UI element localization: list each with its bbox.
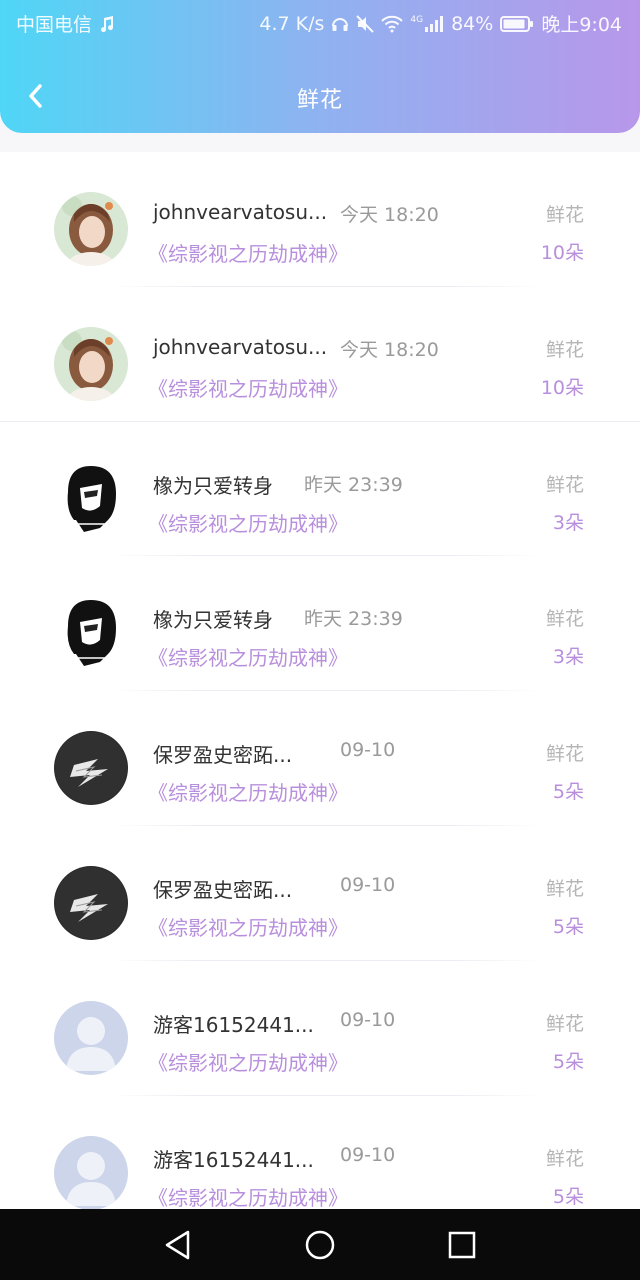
system-nav-bar — [0, 1209, 640, 1280]
gift-type: 鲜花 — [545, 743, 584, 766]
gift-count: 5朵 — [552, 781, 584, 804]
avatar[interactable] — [54, 596, 128, 671]
gift-count: 3朵 — [552, 646, 584, 669]
avatar[interactable] — [54, 865, 128, 940]
avatar[interactable] — [54, 1135, 128, 1209]
battery-icon — [500, 15, 534, 33]
gift-type: 鲜花 — [545, 1012, 584, 1035]
gift-count: 10朵 — [540, 242, 584, 264]
gift-count: 5朵 — [552, 1185, 584, 1208]
gift-record-list: johnvearvatosu... 今天 18:20 《综影视之历劫成神》 鲜花… — [0, 152, 640, 1209]
circle-home-icon — [305, 1230, 335, 1260]
system-back-button[interactable] — [160, 1227, 196, 1263]
book-title[interactable]: 《综影视之历劫成神》 — [148, 777, 348, 806]
username: 保罗盈史密跖... — [153, 877, 293, 902]
status-bar: 中国电信 4.7 K/s 4G 84% 晚上9:04 — [0, 0, 640, 44]
headphones-icon — [331, 15, 349, 33]
battery-percent: 84% — [451, 12, 494, 35]
timestamp: 昨天 23:39 — [304, 473, 403, 496]
status-right: 4.7 K/s 4G 84% 晚上9:04 — [259, 10, 622, 37]
gift-type: 鲜花 — [545, 338, 584, 361]
screen: 中国电信 4.7 K/s 4G 84% 晚上9:04 鲜花 johnvearva… — [0, 0, 640, 1280]
clock: 晚上9:04 — [541, 14, 622, 36]
gift-type: 鲜花 — [545, 1147, 584, 1170]
nav-bar: 鲜花 — [0, 70, 640, 122]
timestamp: 09-10 — [340, 1143, 396, 1166]
triangle-back-icon — [165, 1230, 190, 1260]
gift-count: 5朵 — [552, 1050, 584, 1073]
header: 中国电信 4.7 K/s 4G 84% 晚上9:04 鲜花 — [0, 0, 640, 133]
network-speed: 4.7 K/s — [259, 12, 325, 35]
timestamp: 09-10 — [340, 1008, 396, 1031]
book-title[interactable]: 《综影视之历劫成神》 — [148, 1182, 348, 1209]
status-left: 中国电信 — [16, 10, 116, 37]
list-item[interactable]: 游客16152441... 09-10 《综影视之历劫成神》 鲜花 5朵 — [0, 1096, 640, 1209]
avatar[interactable] — [54, 192, 128, 266]
book-title[interactable]: 《综影视之历劫成神》 — [148, 508, 348, 537]
signal-icon: 4G — [410, 15, 444, 33]
gift-type: 鲜花 — [545, 608, 584, 631]
list-item[interactable]: 保罗盈史密跖... 09-10 《综影视之历劫成神》 鲜花 5朵 — [0, 826, 640, 961]
system-home-button[interactable] — [302, 1227, 338, 1263]
network-type: 4G — [410, 14, 424, 25]
avatar[interactable] — [54, 461, 128, 536]
username: 橡为只爱转身 — [153, 473, 273, 498]
list-item[interactable]: 橡为只爱转身 昨天 23:39 《综影视之历劫成神》 鲜花 3朵 — [0, 422, 640, 557]
book-title[interactable]: 《综影视之历劫成神》 — [148, 1047, 348, 1076]
gift-count: 10朵 — [540, 376, 584, 399]
avatar[interactable] — [54, 326, 128, 401]
list-item[interactable]: 游客16152441... 09-10 《综影视之历劫成神》 鲜花 5朵 — [0, 961, 640, 1096]
list-item[interactable]: johnvearvatosu... 今天 18:20 《综影视之历劫成神》 鲜花… — [0, 152, 640, 287]
list-item[interactable]: 保罗盈史密跖... 09-10 《综影视之历劫成神》 鲜花 5朵 — [0, 691, 640, 826]
timestamp: 09-10 — [340, 873, 396, 896]
avatar[interactable] — [54, 731, 128, 806]
username: 橡为只爱转身 — [153, 608, 273, 633]
book-title[interactable]: 《综影视之历劫成神》 — [148, 912, 348, 941]
gift-count: 3朵 — [552, 511, 584, 534]
username: johnvearvatosu... — [153, 200, 328, 224]
system-recents-button[interactable] — [444, 1227, 480, 1263]
mute-icon — [356, 14, 375, 33]
wifi-icon — [381, 15, 404, 33]
square-recents-icon — [448, 1231, 476, 1259]
gift-type: 鲜花 — [545, 204, 584, 226]
avatar[interactable] — [54, 1000, 128, 1075]
username: 游客16152441... — [153, 1147, 314, 1172]
page-title: 鲜花 — [296, 88, 343, 113]
timestamp: 昨天 23:39 — [304, 608, 403, 631]
gift-count: 5朵 — [552, 915, 584, 938]
book-title[interactable]: 《综影视之历劫成神》 — [148, 642, 348, 671]
timestamp: 今天 18:20 — [340, 204, 439, 226]
timestamp: 今天 18:20 — [340, 338, 439, 361]
music-icon — [98, 15, 116, 33]
gift-type: 鲜花 — [545, 473, 584, 496]
username: 保罗盈史密跖... — [153, 743, 293, 768]
carrier-label: 中国电信 — [16, 14, 93, 36]
gift-type: 鲜花 — [545, 877, 584, 900]
timestamp: 09-10 — [340, 739, 396, 762]
book-title[interactable]: 《综影视之历劫成神》 — [148, 373, 348, 402]
username: johnvearvatosu... — [153, 334, 328, 359]
list-item[interactable]: johnvearvatosu... 今天 18:20 《综影视之历劫成神》 鲜花… — [0, 287, 640, 422]
list-item[interactable]: 橡为只爱转身 昨天 23:39 《综影视之历劫成神》 鲜花 3朵 — [0, 556, 640, 692]
username: 游客16152441... — [153, 1012, 314, 1037]
book-title[interactable]: 《综影视之历劫成神》 — [148, 238, 348, 267]
